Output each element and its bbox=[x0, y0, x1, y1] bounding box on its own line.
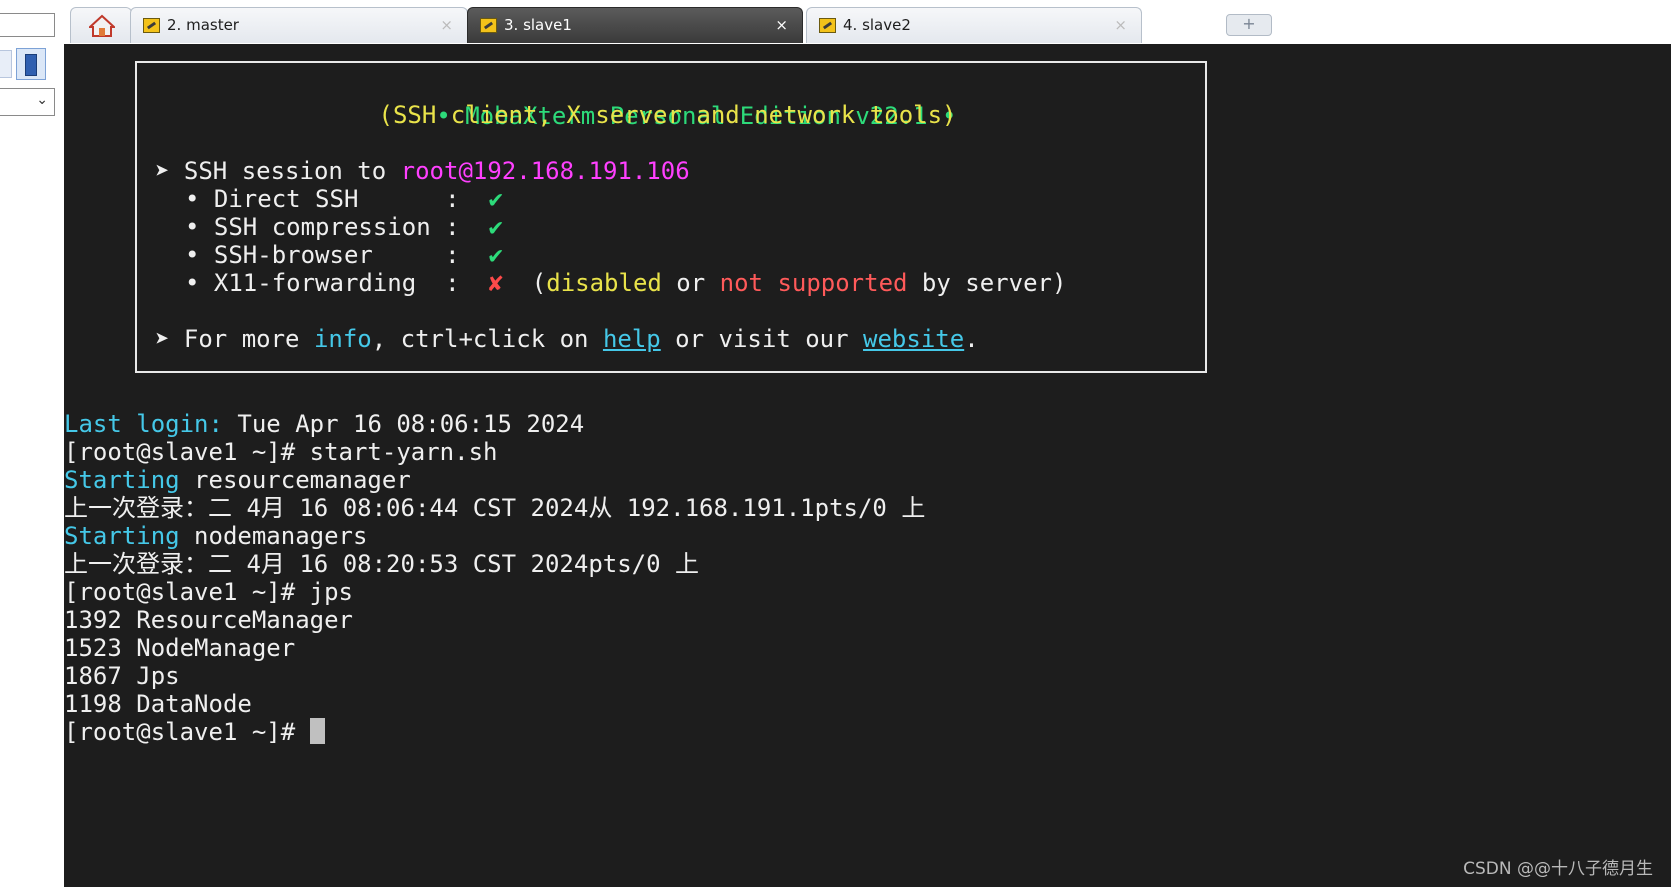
sftp-toggle-button[interactable] bbox=[16, 48, 46, 80]
home-icon bbox=[89, 14, 115, 37]
output-line: Starting resourcemanager bbox=[64, 466, 411, 494]
output-line: Starting nodemanagers bbox=[64, 522, 368, 550]
tab-label: 4. slave2 bbox=[843, 16, 911, 34]
info-text: info bbox=[313, 325, 372, 353]
plus-icon: + bbox=[1242, 14, 1256, 33]
command-line: [root@slave1 ~]# start-yarn.sh bbox=[64, 438, 498, 466]
tab-bar: 2. master × 3. slave1 × 4. slave2 × + bbox=[64, 0, 1671, 45]
jps-output-line: 1198 DataNode bbox=[64, 690, 252, 718]
terminal[interactable]: • MobaXterm Personal Edition v22.1 • (SS… bbox=[64, 44, 1671, 887]
sessions-toggle-button[interactable] bbox=[0, 50, 12, 78]
tab-slave2[interactable]: 4. slave2 × bbox=[806, 7, 1142, 43]
more-info-line: ➤ For more info, ctrl+click on help or v… bbox=[155, 325, 979, 353]
tab-master[interactable]: 2. master × bbox=[130, 7, 468, 43]
session-target: root@192.168.191.106 bbox=[400, 157, 690, 185]
close-icon[interactable]: × bbox=[1114, 8, 1127, 42]
new-tab-button[interactable]: + bbox=[1226, 14, 1272, 36]
tab-label: 2. master bbox=[167, 16, 239, 34]
document-icon bbox=[25, 54, 37, 76]
tab-label: 3. slave1 bbox=[504, 16, 572, 34]
feature-x11-forwarding: • X11-forwarding : ✘ (disabled or not su… bbox=[185, 269, 1067, 297]
ssh-session-line: ➤ SSH session to root@192.168.191.106 bbox=[155, 157, 690, 185]
check-icon: ✔ bbox=[488, 185, 503, 213]
feature-ssh-browser: • SSH-browser : ✔ bbox=[185, 241, 503, 269]
ssh-wrench-icon bbox=[143, 18, 160, 33]
banner-subtitle: (SSH client, X server and network tools) bbox=[378, 101, 957, 129]
banner-title: • MobaXterm Personal Edition v22.1 • bbox=[436, 102, 957, 130]
prompt-line[interactable]: [root@slave1 ~]# bbox=[64, 718, 325, 747]
output-line: 上一次登录：二 4月 16 08:06:44 CST 2024从 192.168… bbox=[64, 494, 926, 522]
feature-direct-ssh: • Direct SSH : ✔ bbox=[185, 185, 503, 213]
jps-output-line: 1523 NodeManager bbox=[64, 634, 296, 662]
help-link[interactable]: help bbox=[603, 325, 661, 353]
cross-icon: ✘ bbox=[488, 269, 503, 297]
command-line: [root@slave1 ~]# jps bbox=[64, 578, 353, 606]
tab-slave1[interactable]: 3. slave1 × bbox=[467, 7, 803, 43]
last-login-line: Last login: Tue Apr 16 08:06:15 2024 bbox=[64, 410, 585, 438]
output-line: 上一次登录：二 4月 16 08:20:53 CST 2024pts/0 上 bbox=[64, 550, 700, 578]
check-icon: ✔ bbox=[488, 213, 503, 241]
close-icon[interactable]: × bbox=[440, 8, 453, 42]
ssh-wrench-icon bbox=[819, 18, 836, 33]
close-icon[interactable]: × bbox=[775, 8, 788, 42]
jps-output-line: 1867 Jps bbox=[64, 662, 180, 690]
ssh-wrench-icon bbox=[480, 18, 497, 33]
quick-connect-input[interactable] bbox=[0, 13, 55, 37]
chevron-down-icon: ⌄ bbox=[36, 92, 48, 108]
website-link[interactable]: website bbox=[863, 325, 964, 353]
feature-ssh-compression: • SSH compression : ✔ bbox=[185, 213, 503, 241]
watermark: CSDN @@十八子德月生 bbox=[1463, 859, 1653, 879]
panel-select[interactable]: ⌄ bbox=[0, 88, 55, 116]
text-cursor bbox=[309, 718, 325, 744]
tab-home[interactable] bbox=[70, 7, 132, 43]
left-side-panel: ⌄ bbox=[0, 0, 65, 887]
jps-output-line: 1392 ResourceManager bbox=[64, 606, 353, 634]
check-icon: ✔ bbox=[488, 241, 503, 269]
